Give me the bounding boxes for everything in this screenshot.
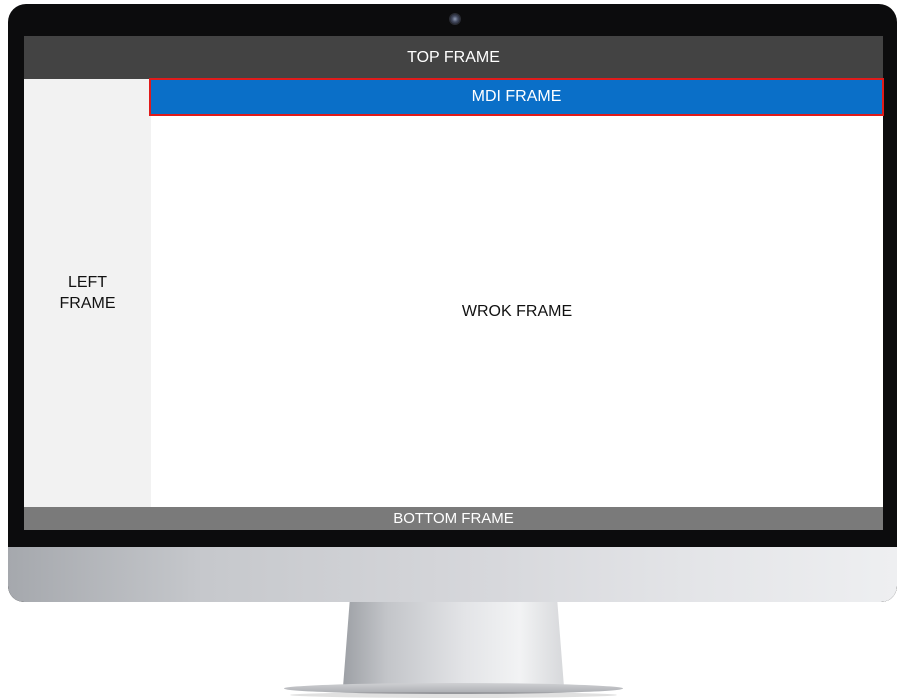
left-frame: LEFT FRAME (24, 79, 151, 507)
monitor-stand (343, 602, 564, 687)
bottom-frame: BOTTOM FRAME (24, 507, 883, 530)
mdi-frame-label: MDI FRAME (471, 88, 562, 105)
work-frame-label: WROK FRAME (461, 302, 573, 320)
top-frame: TOP FRAME (24, 36, 883, 79)
camera-icon (450, 14, 460, 24)
work-frame: WROK FRAME (151, 116, 883, 507)
stand-shadow (290, 692, 617, 698)
top-frame-label: TOP FRAME (407, 48, 500, 66)
screen: TOP FRAME LEFT FRAME WROK FRAME MDI FRAM… (24, 36, 884, 530)
monitor-chin (8, 547, 897, 602)
bottom-frame-label: BOTTOM FRAME (393, 510, 514, 527)
mdi-frame-highlighted: MDI FRAME (149, 78, 884, 116)
monitor: TOP FRAME LEFT FRAME WROK FRAME MDI FRAM… (8, 4, 897, 602)
left-frame-label: LEFT FRAME (59, 274, 116, 312)
